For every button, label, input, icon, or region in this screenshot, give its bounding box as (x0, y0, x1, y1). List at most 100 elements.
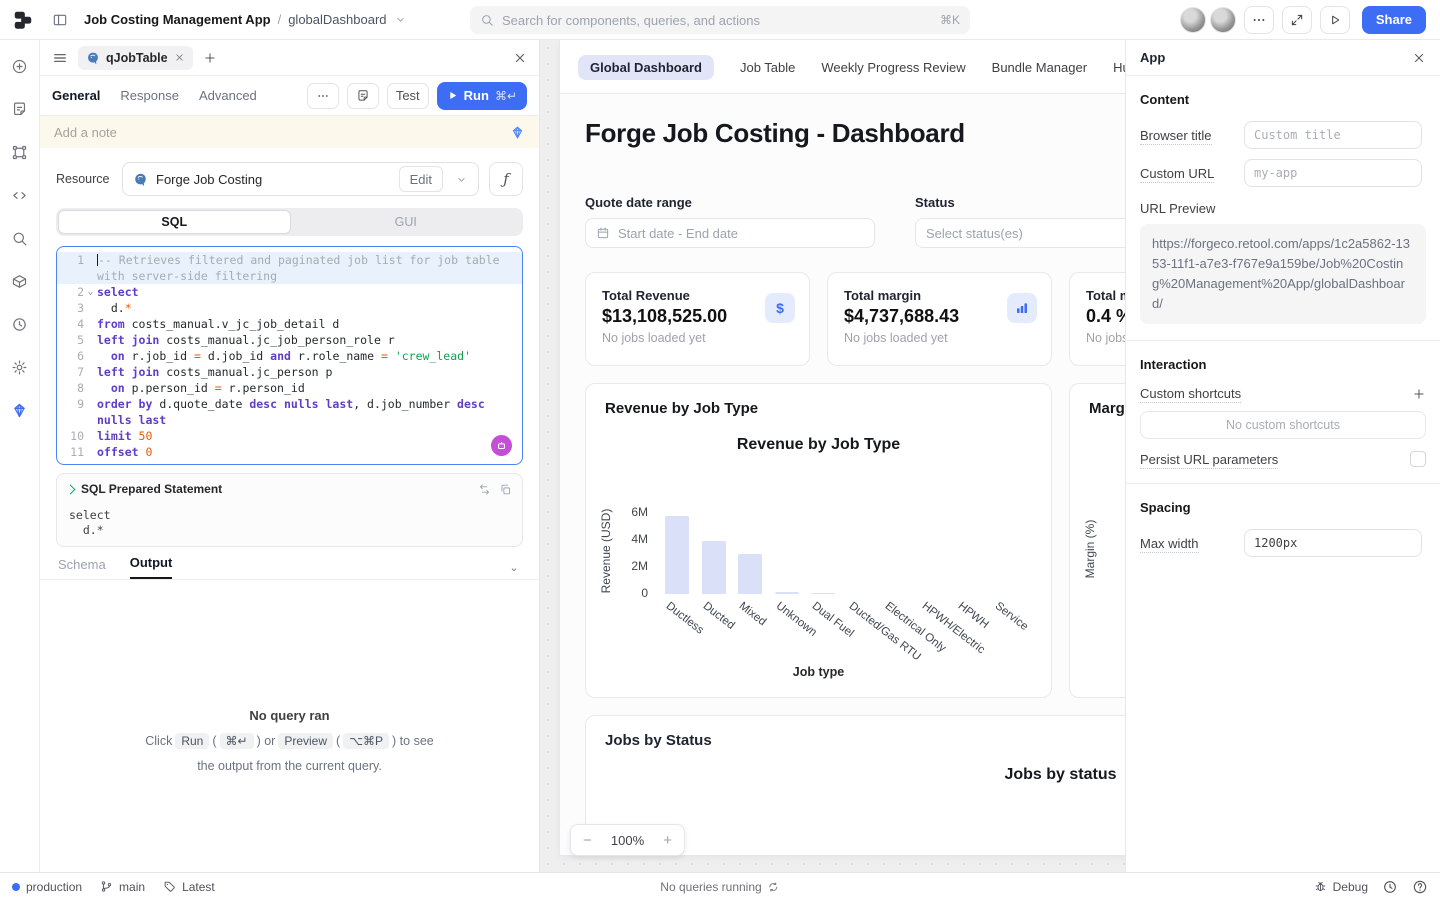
code-line[interactable]: 10limit 50 (57, 428, 522, 444)
custom-url-input[interactable] (1244, 159, 1422, 187)
add-shortcut-icon[interactable] (1412, 387, 1426, 401)
sidebar-item-settings[interactable] (8, 355, 32, 379)
branch-selector[interactable]: main (100, 880, 145, 894)
query-list-menu-icon[interactable] (52, 50, 68, 66)
close-panel-icon[interactable] (513, 51, 527, 65)
sidebar-item-toolbox[interactable] (8, 269, 32, 293)
sidebar-item-code[interactable] (8, 183, 32, 207)
max-width-input[interactable] (1244, 529, 1422, 557)
tab-general[interactable]: General (52, 88, 100, 103)
zoom-in-button[interactable]: + (663, 832, 672, 849)
browser-title-input[interactable] (1244, 121, 1422, 149)
avatar[interactable] (1210, 7, 1236, 33)
stat-card[interactable]: Total margin$4,737,688.43No jobs loaded … (827, 272, 1052, 366)
avatar[interactable] (1180, 7, 1206, 33)
tab-advanced[interactable]: Advanced (199, 88, 257, 103)
transformer-fx-button[interactable]: ƒ (489, 162, 523, 196)
page-name[interactable]: globalDashboard (288, 12, 386, 27)
sidebar-item-add[interactable] (8, 54, 32, 78)
left-icon-rail (0, 40, 40, 872)
sidebar-item-ai-assistant[interactable] (8, 398, 32, 422)
share-button[interactable]: Share (1362, 6, 1426, 34)
add-query-tab-icon[interactable] (203, 51, 217, 65)
mode-sql[interactable]: SQL (58, 210, 291, 234)
sidebar-item-components[interactable] (8, 140, 32, 164)
x-category-label: HPWH/Electric (919, 600, 986, 656)
query-tab[interactable]: qJobTable (78, 46, 193, 70)
app-tab-job-table[interactable]: Job Table (740, 60, 795, 75)
run-button[interactable]: Run ⌘↵ (437, 82, 527, 110)
kbd-chip: ⌥⌘P (343, 733, 389, 749)
sql-code-editor[interactable]: 1-- Retrieves filtered and paginated job… (56, 246, 523, 465)
global-search[interactable]: ⌘K (470, 6, 970, 34)
sql-prepared-statement[interactable]: SQL Prepared Statement select d.* (56, 473, 523, 547)
code-line[interactable]: 5left join costs_manual.jc_job_person_ro… (57, 332, 522, 348)
close-icon[interactable] (174, 52, 185, 63)
postgres-icon (86, 51, 100, 65)
preview-button[interactable] (1320, 6, 1350, 34)
components-icon (11, 144, 28, 161)
prepared-statement-title: SQL Prepared Statement (81, 482, 471, 496)
collapse-chevron-icon[interactable] (507, 565, 521, 579)
refresh-icon[interactable] (768, 881, 780, 893)
zoom-out-button[interactable]: − (583, 832, 592, 849)
branch-icon (100, 880, 113, 893)
more-button[interactable] (1244, 6, 1274, 34)
code-line[interactable]: 9order by d.quote_date desc nulls last, … (57, 396, 522, 428)
tab-response[interactable]: Response (120, 88, 179, 103)
chevron-down-icon[interactable] (394, 13, 407, 26)
chevron-down-icon[interactable] (455, 173, 468, 186)
query-more-button[interactable] (307, 83, 339, 109)
code-line[interactable]: 2⌄select (57, 284, 522, 300)
help-icon[interactable] (1412, 879, 1428, 895)
close-icon[interactable] (1412, 51, 1426, 65)
filter-input[interactable]: Start date - End date (585, 218, 875, 248)
ai-assistant-icon (11, 402, 28, 419)
gem-icon[interactable] (510, 125, 525, 140)
play-icon (1328, 13, 1342, 27)
history-icon[interactable] (1382, 879, 1398, 895)
copy-icon[interactable] (499, 483, 512, 496)
postgres-icon (133, 172, 148, 187)
search-input[interactable] (502, 13, 932, 28)
environment-selector[interactable]: production (12, 880, 82, 894)
app-tab-weekly-progress-review[interactable]: Weekly Progress Review (821, 60, 965, 75)
expand-button[interactable] (1282, 6, 1312, 34)
mode-gui[interactable]: GUI (291, 210, 522, 234)
resource-select[interactable]: Forge Job Costing Edit (122, 162, 479, 196)
code-line[interactable]: 3 d.* (57, 300, 522, 316)
prepared-statement-body: select d.* (57, 500, 522, 538)
panel-toggle-icon[interactable] (52, 12, 68, 28)
y-tick: 2M (614, 559, 648, 573)
app-tab-bundle-manager[interactable]: Bundle Manager (992, 60, 1087, 75)
sidebar-item-search[interactable] (8, 226, 32, 250)
code-line[interactable]: 4from costs_manual.v_jc_job_detail d (57, 316, 522, 332)
code-line[interactable]: 8 on p.person_id = r.person_id (57, 380, 522, 396)
release-selector[interactable]: Latest (163, 880, 215, 894)
zoom-level[interactable]: 100% (611, 833, 644, 848)
query-notes-button[interactable] (347, 83, 379, 109)
tab-schema[interactable]: Schema (58, 557, 106, 579)
app-tab-global-dashboard[interactable]: Global Dashboard (578, 55, 714, 80)
code-line[interactable]: 6 on r.job_id = d.job_id and r.role_name… (57, 348, 522, 364)
url-preview: https://forgeco.retool.com/apps/1c2a5862… (1140, 224, 1426, 324)
sidebar-item-pages[interactable] (8, 97, 32, 121)
play-icon (447, 90, 458, 101)
sidebar-item-history[interactable] (8, 312, 32, 336)
code-line[interactable]: 7left join costs_manual.jc_person p (57, 364, 522, 380)
code-line[interactable]: 11offset 0 (57, 444, 522, 460)
ai-assistant-button[interactable] (491, 435, 512, 456)
code-line[interactable]: 1-- Retrieves filtered and paginated job… (57, 252, 522, 284)
debug-button[interactable]: Debug (1314, 880, 1368, 894)
revenue-chart-card[interactable]: Revenue by Job Type Revenue by Job Type … (585, 383, 1052, 698)
persist-url-checkbox[interactable] (1410, 451, 1426, 467)
swap-icon[interactable] (478, 483, 491, 496)
expand-chevron-icon[interactable] (66, 484, 76, 494)
bar (702, 541, 726, 594)
tab-output[interactable]: Output (130, 555, 173, 579)
test-button[interactable]: Test (387, 83, 429, 109)
stat-card[interactable]: Total Revenue$13,108,525.00No jobs loade… (585, 272, 810, 366)
section-interaction: Interaction (1140, 357, 1426, 372)
edit-resource-button[interactable]: Edit (399, 166, 443, 192)
add-note-bar[interactable]: Add a note (40, 116, 539, 148)
